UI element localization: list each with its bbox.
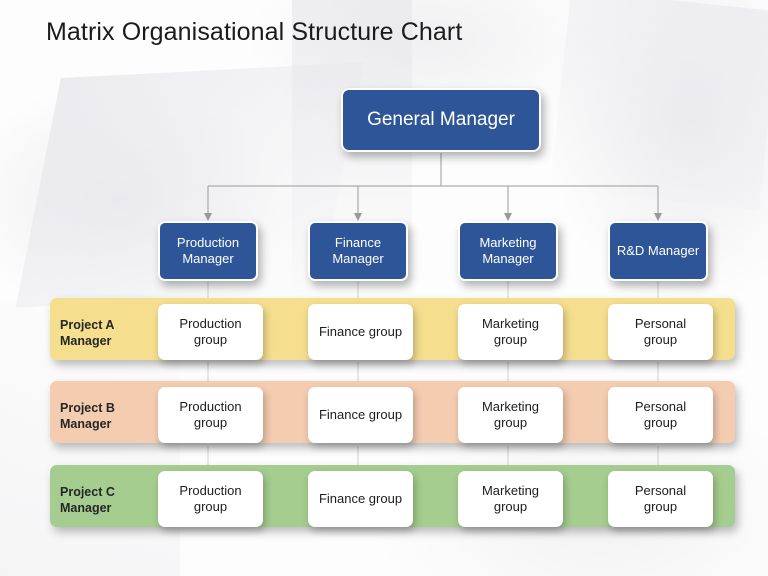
node-marketing-manager[interactable]: Marketing Manager	[458, 221, 558, 281]
node-general-manager-label: General Manager	[367, 109, 515, 131]
node-rd-manager-label: R&D Manager	[616, 243, 700, 259]
node-finance-manager[interactable]: Finance Manager	[308, 221, 408, 281]
row-label-project-a: Project A Manager	[60, 318, 115, 348]
node-general-manager[interactable]: General Manager	[341, 88, 541, 152]
cell-project-a-marketing[interactable]: Marketing group	[458, 304, 563, 360]
cell-project-a-production[interactable]: Production group	[158, 304, 263, 360]
node-finance-manager-label: Finance Manager	[332, 235, 384, 266]
node-rd-manager[interactable]: R&D Manager	[608, 221, 708, 281]
slide-canvas: Matrix Organisational Structure Chart Ge…	[0, 0, 768, 576]
cell-project-b-production[interactable]: Production group	[158, 387, 263, 443]
background-shape	[550, 0, 768, 211]
cell-project-c-finance[interactable]: Finance group	[308, 471, 413, 527]
page-title: Matrix Organisational Structure Chart	[46, 18, 463, 46]
cell-project-a-personal[interactable]: Personal group	[608, 304, 713, 360]
cell-project-b-marketing[interactable]: Marketing group	[458, 387, 563, 443]
node-marketing-manager-label: Marketing Manager	[479, 235, 537, 266]
cell-project-c-production[interactable]: Production group	[158, 471, 263, 527]
cell-project-c-marketing[interactable]: Marketing group	[458, 471, 563, 527]
cell-project-b-personal[interactable]: Personal group	[608, 387, 713, 443]
cell-project-b-finance[interactable]: Finance group	[308, 387, 413, 443]
node-production-manager-label: Production Manager	[176, 235, 240, 266]
node-production-manager[interactable]: Production Manager	[158, 221, 258, 281]
row-label-project-c: Project C Manager	[60, 485, 115, 515]
cell-project-c-personal[interactable]: Personal group	[608, 471, 713, 527]
row-label-project-b: Project B Manager	[60, 401, 115, 431]
cell-project-a-finance[interactable]: Finance group	[308, 304, 413, 360]
